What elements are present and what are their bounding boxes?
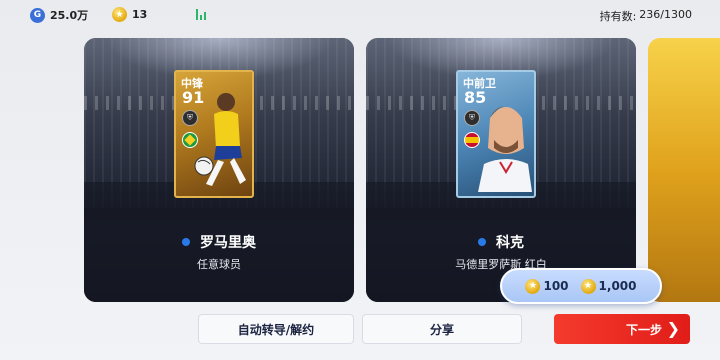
player-card-art: 中前卫 85 ⛨ (456, 70, 536, 198)
price-option-a[interactable]: ★ 100 (525, 278, 569, 294)
player-portrait (194, 93, 246, 186)
next-label: 下一步 (625, 322, 662, 337)
coin-value: 13 (132, 8, 148, 21)
player-portrait (478, 106, 532, 192)
share-button[interactable]: 分享 (362, 314, 522, 344)
top-bar: G 25.0万 ★ 13 持有数: 236/1300 (0, 0, 720, 30)
player-name-row: 科克 (366, 232, 636, 252)
selection-dot-icon (478, 238, 486, 246)
star-coin-icon: ★ (112, 7, 127, 22)
player-card-3-partial[interactable] (648, 38, 720, 302)
owned-label: 持有数: (599, 10, 637, 23)
price-a-value: 100 (543, 279, 569, 293)
player-subtitle: 任意球员 (197, 258, 241, 271)
player-card-1[interactable]: 中锋 91 ⛨ 罗马里奥 任意球员 (84, 38, 354, 302)
signal-icon (196, 9, 206, 20)
price-b-value: 1,000 (598, 279, 637, 293)
star-coin-icon: ★ (580, 278, 596, 294)
gp-value: 25.0万 (50, 9, 89, 22)
star-coin-icon: ★ (525, 278, 541, 294)
coin-counter: ★ 13 (112, 7, 147, 22)
selection-dot-icon (182, 238, 190, 246)
player-name: 罗马里奥 (200, 235, 256, 251)
owned-value: 236/1300 (639, 8, 692, 21)
price-bubble[interactable]: ★ 100 ★ 1,000 (500, 268, 662, 304)
chevron-right-icon: ❯ (666, 319, 680, 338)
gp-coin-icon: G (30, 7, 45, 23)
player-card-art: 中锋 91 ⛨ (174, 70, 254, 198)
gp-counter: G 25.0万 (30, 7, 88, 23)
next-button[interactable]: 下一步 ❯ (554, 314, 690, 344)
player-name-row: 罗马里奥 (84, 232, 354, 252)
player-name: 科克 (496, 235, 524, 251)
share-label: 分享 (429, 322, 454, 337)
auto-transfer-button[interactable]: 自动转导/解约 (198, 314, 354, 344)
player-card-2[interactable]: 中前卫 85 ⛨ 科克 马德里罗萨斯 红白 (366, 38, 636, 302)
price-option-b[interactable]: ★ 1,000 (580, 278, 637, 294)
owned-count: 持有数: 236/1300 (600, 8, 692, 24)
auto-transfer-label: 自动转导/解约 (237, 322, 315, 337)
